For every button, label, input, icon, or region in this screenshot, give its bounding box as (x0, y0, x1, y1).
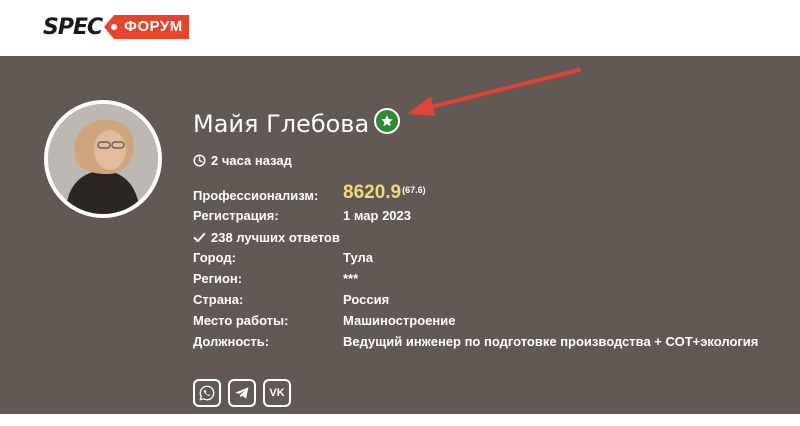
region-label: Регион: (193, 271, 243, 286)
star-glyph (381, 115, 393, 127)
annotation-arrow (407, 68, 581, 116)
profile-name: Майя Глебова (193, 110, 370, 138)
professionalism-label: Профессионализм: (193, 188, 319, 203)
telegram-glyph (235, 387, 249, 399)
position-label: Должность: (193, 334, 270, 349)
best-answers-text: 238 лучших ответов (211, 230, 340, 245)
country-label: Страна: (193, 292, 244, 307)
star-icon (374, 108, 400, 134)
whatsapp-glyph (199, 385, 215, 401)
avatar (44, 100, 162, 218)
professionalism-value: 8620.9(67.6) (343, 182, 426, 204)
bottom-divider (0, 414, 800, 426)
city-label: Город: (193, 250, 236, 265)
whatsapp-icon[interactable] (193, 379, 221, 407)
city-value: Тула (343, 250, 373, 265)
professionalism-score: 8620.9 (343, 182, 402, 203)
vk-label: VK (269, 387, 285, 399)
social-links: VK (193, 379, 291, 407)
country-value: Россия (343, 292, 390, 307)
registration-label: Регистрация: (193, 208, 279, 223)
logo-forum-tag: ФОРУМ (104, 15, 189, 39)
site-logo[interactable]: SPEC ФОРУМ (43, 14, 189, 40)
avatar-photo (48, 104, 158, 214)
region-value: *** (343, 271, 359, 286)
last-seen-text: 2 часа назад (211, 153, 292, 168)
workplace-label: Место работы: (193, 313, 289, 328)
workplace-value: Машиностроение (343, 313, 456, 328)
vk-icon[interactable]: VK (263, 379, 291, 407)
last-seen: 2 часа назад (193, 153, 292, 168)
telegram-icon[interactable] (228, 379, 256, 407)
checkmark-icon (193, 232, 206, 243)
registration-value: 1 мар 2023 (343, 208, 411, 223)
site-header: SPEC ФОРУМ (0, 0, 800, 56)
position-value: Ведущий инженер по подготовке производст… (343, 334, 759, 349)
professionalism-sub: (67.6) (402, 184, 426, 195)
clock-icon (193, 154, 206, 167)
best-answers[interactable]: 238 лучших ответов (193, 230, 340, 245)
logo-spec-text: SPEC (43, 14, 103, 40)
